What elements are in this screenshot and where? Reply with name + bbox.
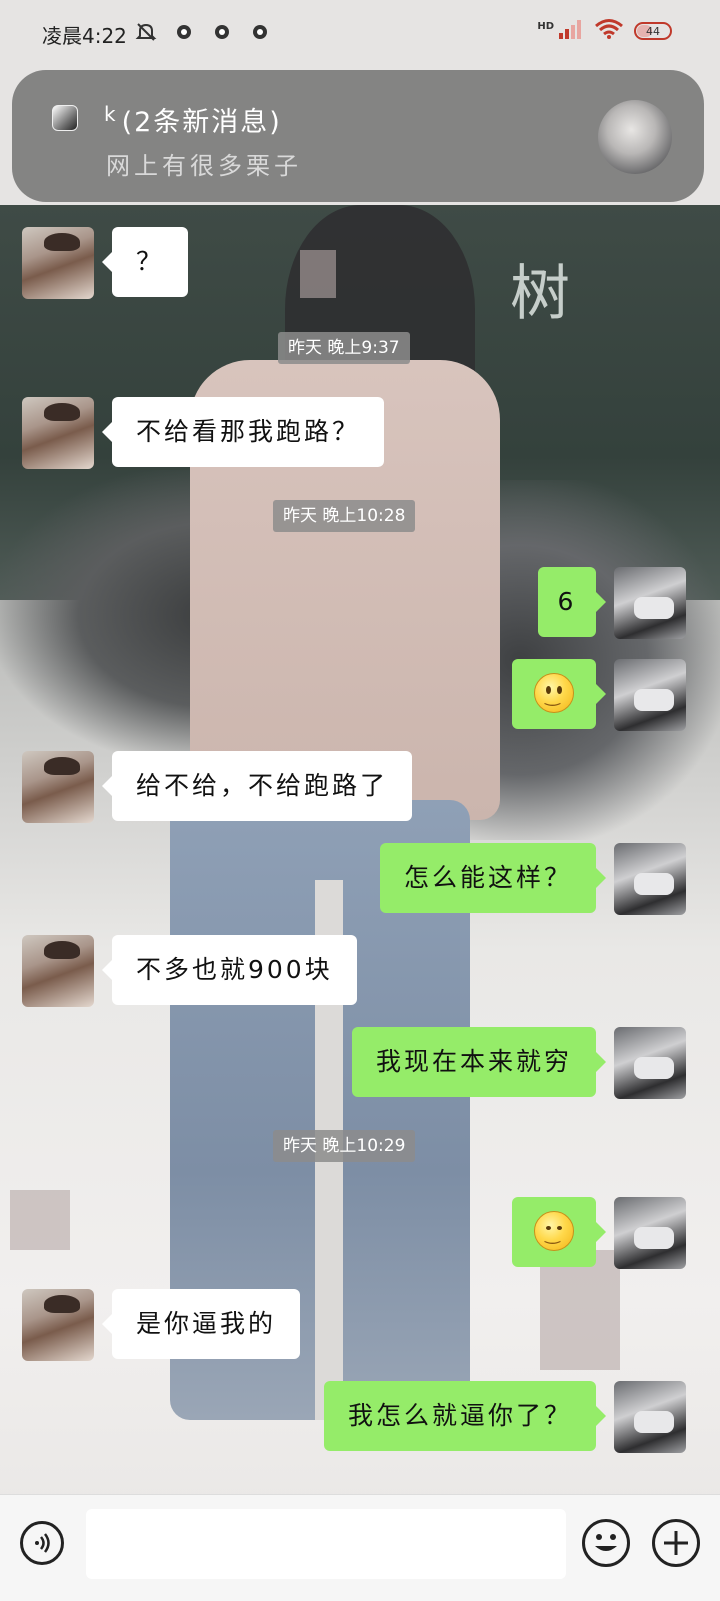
emoji-icon	[595, 1534, 617, 1551]
self-avatar[interactable]	[614, 567, 686, 639]
self-avatar[interactable]	[614, 1197, 686, 1269]
self-avatar[interactable]	[614, 843, 686, 915]
contact-avatar[interactable]	[22, 1289, 94, 1361]
voice-input-button[interactable]	[20, 1521, 64, 1565]
chat-message-list[interactable]: ？ 昨天 晚上9:37 不给看那我跑路？ 昨天 晚上10:28 6 给不给，不给…	[0, 0, 720, 1492]
self-avatar[interactable]	[614, 659, 686, 731]
message-bubble-outgoing[interactable]: 6	[538, 567, 606, 637]
message-notification-banner[interactable]: k (2条新消息) 网上有很多栗子	[12, 70, 704, 202]
battery-indicator: 44	[634, 22, 672, 40]
smile-emoji-icon	[534, 673, 574, 713]
message-bubble-outgoing[interactable]	[512, 659, 606, 729]
status-bar: 凌晨4:22 HD 44	[0, 0, 720, 66]
notification-title: k (2条新消息)	[104, 100, 282, 139]
message-bubble-incoming[interactable]: ？	[101, 227, 189, 297]
message-input[interactable]	[86, 1509, 566, 1579]
message-bubble-outgoing[interactable]: 我现在本来就穷	[351, 1027, 607, 1097]
self-avatar[interactable]	[614, 1027, 686, 1099]
contact-avatar[interactable]	[22, 397, 94, 469]
time-separator: 昨天 晚上10:29	[273, 1130, 416, 1162]
notification-avatar	[598, 100, 672, 174]
notification-preview: 网上有很多栗子	[106, 152, 302, 180]
message-bubble-outgoing[interactable]: 我怎么就逼你了？	[323, 1381, 607, 1451]
message-bubble-incoming[interactable]: 给不给，不给跑路了	[101, 751, 413, 821]
app-notification-icon	[248, 20, 272, 44]
notification-sender: k	[104, 102, 118, 126]
message-bubble-outgoing[interactable]: 怎么能这样？	[379, 843, 607, 913]
drool-emoji-icon	[534, 1211, 574, 1251]
battery-level: 44	[646, 24, 660, 38]
self-avatar[interactable]	[614, 1381, 686, 1453]
more-actions-button[interactable]	[652, 1519, 700, 1567]
message-bubble-incoming[interactable]: 不多也就900块	[102, 935, 357, 1005]
plus-icon	[664, 1531, 688, 1555]
contact-avatar[interactable]	[22, 227, 94, 299]
status-time: 凌晨4:22	[42, 24, 127, 48]
voice-icon	[35, 1533, 50, 1553]
app-icon	[52, 105, 78, 131]
message-bubble-incoming[interactable]: 不给看那我跑路？	[101, 397, 385, 467]
time-separator: 昨天 晚上10:28	[273, 500, 416, 532]
hd-voice-label: HD	[537, 20, 554, 32]
contact-avatar[interactable]	[22, 935, 94, 1007]
message-bubble-incoming[interactable]: 是你逼我的	[101, 1289, 301, 1359]
time-separator: 昨天 晚上9:37	[278, 332, 410, 364]
app-notification-icon	[210, 20, 234, 44]
wifi-icon	[594, 18, 624, 44]
mute-bell-icon	[134, 20, 158, 44]
signal-icon	[558, 18, 584, 44]
emoji-button[interactable]	[582, 1519, 630, 1567]
chat-input-bar	[0, 1494, 720, 1601]
app-notification-icon	[172, 20, 196, 44]
contact-avatar[interactable]	[22, 751, 94, 823]
message-bubble-outgoing[interactable]	[512, 1197, 606, 1267]
notification-count: (2条新消息)	[121, 107, 282, 138]
